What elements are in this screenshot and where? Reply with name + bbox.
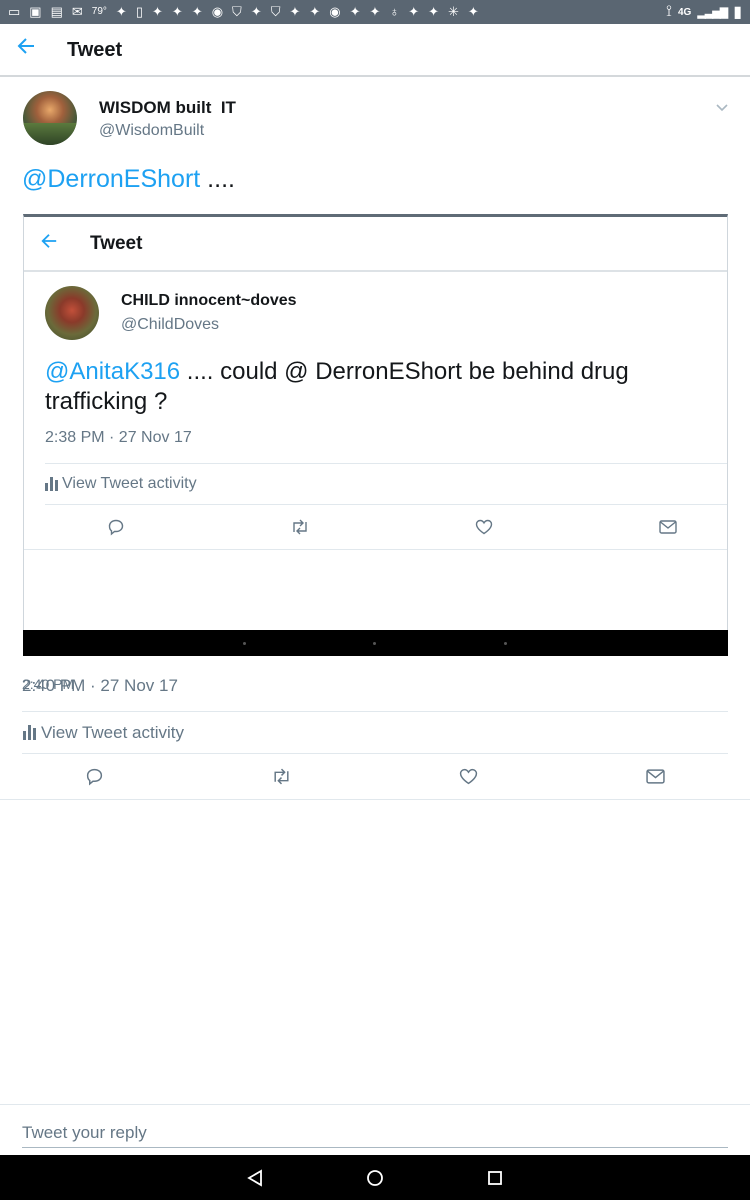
tweet-actions (0, 764, 750, 790)
embedded-timestamp: 2:38 PM · 27 Nov 17 (45, 429, 192, 446)
twitter-notification-icon: ✦ (428, 4, 440, 19)
tweet-text-rest: .... (200, 165, 235, 193)
retweet-icon (273, 768, 289, 784)
network-type-text: 4G (678, 6, 692, 18)
embedded-mention: @AnitaK316 (45, 358, 181, 385)
tweet-timestamp: 2:40 PM · 27 Nov 17 (22, 676, 178, 695)
embedded-nav-bar (23, 630, 728, 656)
home-circle-icon[interactable] (363, 1166, 387, 1190)
embedded-header: Tweet (24, 217, 727, 272)
app-header: Tweet (0, 24, 750, 77)
chevron-down-icon[interactable] (716, 99, 728, 115)
retweet-button[interactable] (269, 764, 293, 788)
phone-notification-icon: ▯ (135, 4, 143, 19)
signal-icon: ▂▃▅▇ (697, 6, 728, 19)
shield-notification-icon: ⛉ (232, 4, 242, 19)
twitter-notification-icon: ✦ (309, 4, 321, 19)
divider (0, 1104, 750, 1105)
thermometer-notification-icon: ♁ (389, 4, 400, 19)
twitter-notification-icon: ✦ (171, 4, 183, 19)
embedded-author-name: CHILD innocent~doves (121, 292, 297, 309)
image-notification-icon: ▣ (29, 4, 42, 19)
twitter-notification-icon: ✦ (151, 4, 163, 19)
twitter-notification-icon: ✦ (289, 4, 301, 19)
twitter-notification-icon: ✦ (191, 4, 203, 19)
reply-icon (86, 768, 102, 785)
like-icon (472, 515, 496, 539)
embedded-author-handle: @ChildDoves (121, 316, 220, 333)
divider (45, 504, 727, 505)
divider (24, 549, 727, 550)
author-handle[interactable]: @WisdomBuilt (99, 122, 204, 140)
tweet-author: WISDOM built IT @WisdomBuilt (23, 91, 728, 149)
avatar[interactable] (23, 91, 77, 145)
like-icon (459, 768, 477, 784)
twitter-notification-icon: ✦ (408, 4, 420, 19)
message-icon (656, 515, 680, 539)
chrome-notification-icon: ◉ (329, 4, 341, 19)
arrow-left-icon[interactable] (16, 36, 42, 62)
embedded-avatar (45, 286, 99, 340)
notification-icons: ▭ ▣ ▤ ✉ 79° ✦ ▯ ✦ ✦ ✦ ◉ ⛉ ✦ ⛉ ✦ ✦ ◉ ✦ ✦ … (8, 0, 666, 24)
divider (22, 753, 728, 754)
retweet-icon (288, 515, 312, 539)
message-notification-icon: ▭ (8, 4, 21, 19)
twitter-notification-icon: ✦ (467, 4, 479, 19)
twitter-notification-icon: ✦ (369, 4, 381, 19)
reply-icon (104, 515, 128, 539)
embedded-title: Tweet (90, 233, 143, 254)
recents-square-icon[interactable] (483, 1166, 507, 1190)
system-nav-bar (0, 1155, 750, 1200)
gallery-notification-icon: ▤ (50, 4, 63, 19)
back-triangle-icon[interactable] (243, 1166, 267, 1190)
embedded-tweet-text: @AnitaK316 .... could @ DerronEShort be … (45, 357, 705, 417)
view-tweet-activity-link[interactable]: View Tweet activity (23, 723, 184, 743)
page-title: Tweet (67, 39, 123, 61)
twitter-notification-icon: ✦ (115, 4, 127, 19)
activity-label: View Tweet activity (41, 723, 184, 742)
status-right: ⟟ 4G ▂▃▅▇ ▮ 2:40 PM (22, 2, 742, 692)
embedded-actions (24, 515, 727, 539)
pinwheel-notification-icon: ✳ (448, 4, 459, 19)
tweet-media-image[interactable]: Tweet CHILD innocent~doves @ChildDoves @… (23, 214, 728, 656)
author-name[interactable]: WISDOM built IT (99, 98, 236, 118)
embedded-activity: View Tweet activity (45, 475, 197, 493)
divider (45, 463, 727, 464)
message-icon (645, 768, 665, 784)
chrome-notification-icon: ◉ (211, 4, 224, 19)
divider (22, 711, 728, 712)
reply-input[interactable] (22, 1118, 728, 1148)
temperature-text: 79° (91, 6, 107, 17)
bar-chart-icon (45, 477, 58, 491)
mail-notification-icon: ✉ (71, 4, 83, 19)
arrow-left-icon (40, 232, 58, 256)
embedded-activity-label: View Tweet activity (62, 475, 197, 492)
battery-icon: ▮ (733, 4, 742, 21)
bar-chart-icon (23, 725, 36, 740)
shield-notification-icon: ⛉ (270, 4, 281, 19)
divider (0, 799, 750, 800)
message-button[interactable] (643, 764, 667, 788)
tweet-text: @DerronEShort .... (22, 165, 235, 194)
mention-link[interactable]: @DerronEShort (22, 165, 200, 193)
vibrate-icon: ⟟ (666, 3, 672, 20)
reply-button[interactable] (82, 764, 106, 788)
twitter-notification-icon: ✦ (250, 4, 262, 19)
twitter-notification-icon: ✦ (349, 4, 361, 19)
status-bar: ▭ ▣ ▤ ✉ 79° ✦ ▯ ✦ ✦ ✦ ◉ ⛉ ✦ ⛉ ✦ ✦ ◉ ✦ ✦ … (0, 0, 750, 692)
like-button[interactable] (456, 764, 480, 788)
